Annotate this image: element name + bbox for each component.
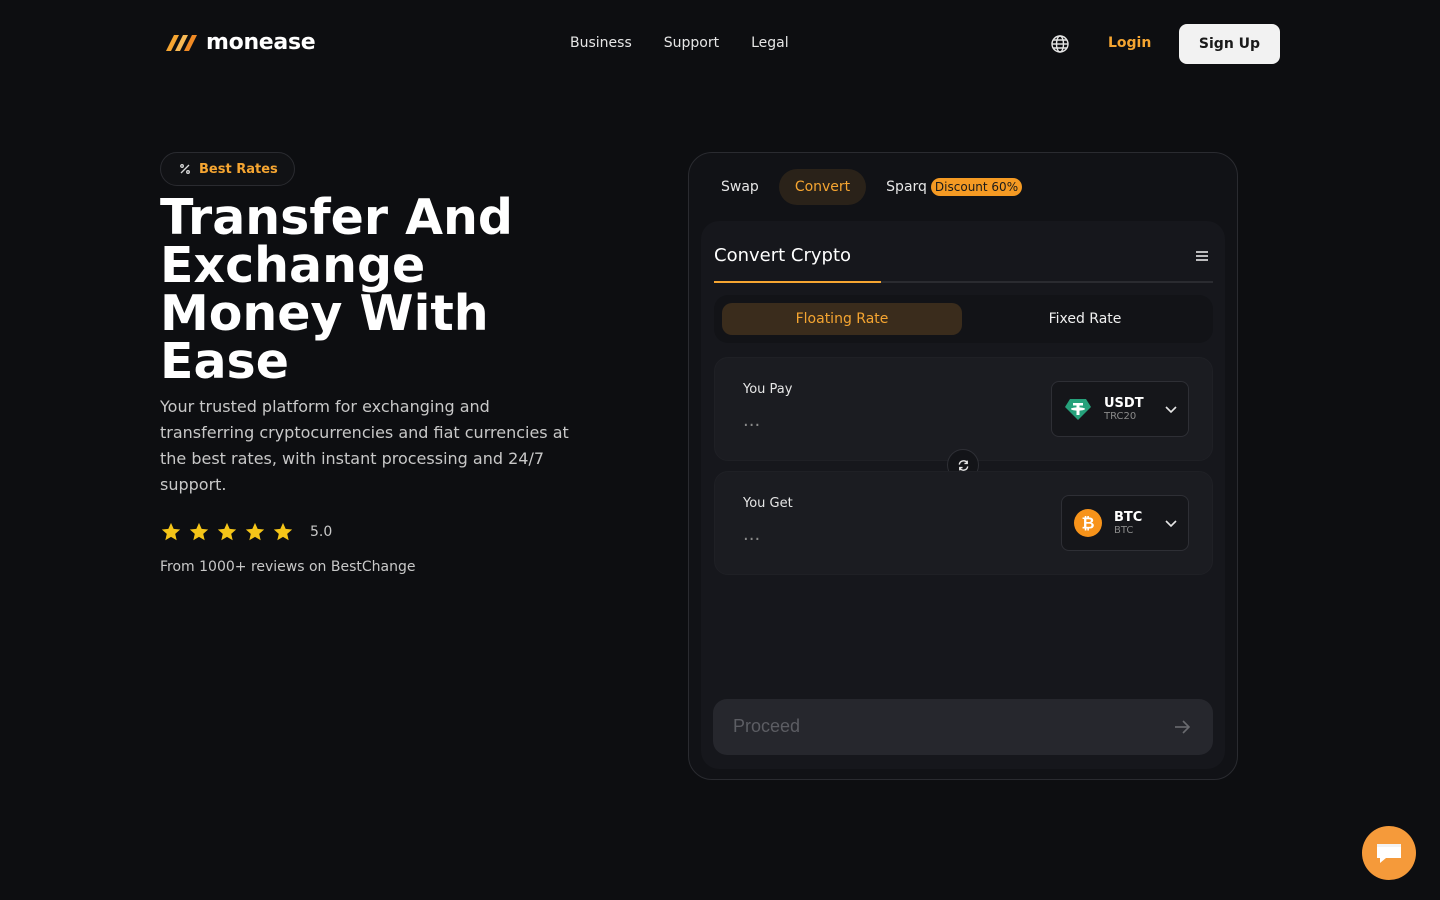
- login-link[interactable]: Login: [1108, 35, 1151, 51]
- nav-support[interactable]: Support: [664, 35, 719, 51]
- proceed-button[interactable]: Proceed: [713, 699, 1213, 755]
- hero-description: Your trusted platform for exchanging and…: [160, 397, 569, 494]
- tab-swap-label: Swap: [721, 179, 759, 195]
- fixed-rate-button[interactable]: Fixed Rate: [965, 303, 1205, 335]
- chevron-down-icon: [1165, 406, 1177, 414]
- convert-panel: Convert Crypto Floating Rate Fixed Rate …: [701, 221, 1225, 769]
- floating-rate-button[interactable]: Floating Rate: [722, 303, 962, 335]
- pay-coin-select[interactable]: USDT TRC20: [1051, 381, 1189, 437]
- panel-title: Convert Crypto: [714, 245, 852, 266]
- pay-coin-name: USDT: [1104, 396, 1144, 411]
- discount-badge: Discount 60%: [930, 178, 1023, 196]
- pay-label: You Pay: [743, 382, 793, 397]
- globe-icon[interactable]: [1050, 34, 1070, 54]
- get-amount-input[interactable]: [743, 524, 1003, 545]
- nav-legal[interactable]: Legal: [751, 35, 789, 51]
- bitcoin-icon: ₿: [1074, 509, 1102, 537]
- tether-icon: [1065, 399, 1091, 420]
- logo[interactable]: monease: [164, 30, 316, 55]
- reviews-text: From 1000+ reviews on BestChange: [160, 559, 416, 575]
- get-label: You Get: [743, 496, 793, 511]
- menu-icon[interactable]: [1195, 249, 1209, 263]
- widget-tabs: Swap Convert Sparq Discount 60%: [705, 169, 1038, 205]
- chevron-down-icon: [1165, 520, 1177, 528]
- tab-convert[interactable]: Convert: [778, 169, 867, 205]
- percent-icon: [180, 164, 190, 174]
- signup-button[interactable]: Sign Up: [1179, 24, 1280, 64]
- get-coin-select[interactable]: ₿ BTC BTC: [1061, 495, 1189, 551]
- get-coin-name: BTC: [1114, 510, 1143, 525]
- star-icon: [189, 522, 209, 541]
- star-icon: [161, 522, 181, 541]
- pay-amount-input[interactable]: [743, 410, 1003, 431]
- pay-box: You Pay USDT TRC20: [714, 357, 1213, 461]
- chat-button[interactable]: [1362, 826, 1416, 880]
- svg-text:₿: ₿: [1081, 514, 1094, 533]
- star-icon: [273, 522, 293, 541]
- hero-title: Transfer And Exchange Money With Ease: [160, 189, 513, 390]
- refresh-icon: [958, 459, 968, 471]
- chat-icon: [1377, 844, 1401, 863]
- best-rates-badge: Best Rates: [160, 152, 295, 186]
- exchange-widget: Swap Convert Sparq Discount 60% Convert …: [688, 152, 1238, 780]
- logo-icon: [166, 34, 197, 51]
- logo-text: monease: [206, 30, 316, 55]
- star-icon: [217, 522, 237, 541]
- arrow-right-icon: [1175, 720, 1191, 734]
- tab-sparq[interactable]: Sparq Discount 60%: [870, 169, 1038, 205]
- get-coin-network: BTC: [1114, 525, 1134, 536]
- get-box: You Get ₿ BTC BTC: [714, 471, 1213, 575]
- nav-business[interactable]: Business: [570, 35, 632, 51]
- pay-coin-network: TRC20: [1104, 411, 1137, 422]
- rate-toggle: Floating Rate Fixed Rate: [714, 295, 1213, 343]
- badge-label: Best Rates: [199, 161, 278, 177]
- tab-sparq-label: Sparq: [886, 179, 927, 195]
- tab-convert-label: Convert: [794, 179, 851, 195]
- star-icon: [245, 522, 265, 541]
- tab-swap[interactable]: Swap: [705, 169, 775, 205]
- rating: 5.0: [160, 521, 332, 543]
- proceed-label: Proceed: [733, 716, 801, 736]
- rating-value: 5.0: [310, 524, 333, 540]
- header: monease Business Support Legal Login Sig…: [0, 0, 1440, 88]
- main-nav: Business Support Legal: [570, 35, 789, 51]
- panel-divider-active: [714, 281, 881, 283]
